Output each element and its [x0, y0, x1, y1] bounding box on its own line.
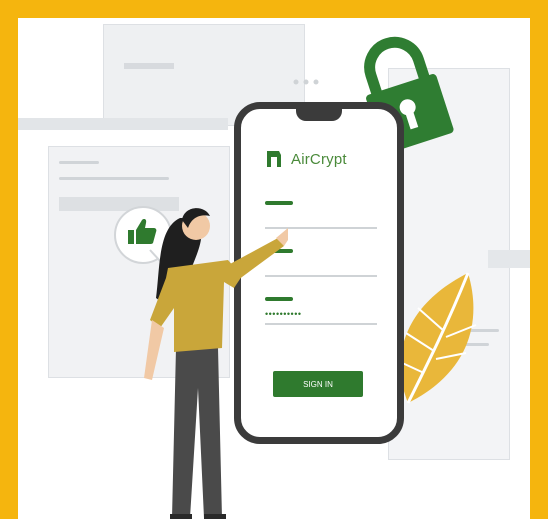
bg-text-line — [59, 177, 169, 180]
woman-figure — [144, 208, 288, 519]
background-window-dots — [292, 72, 332, 85]
brand-logo-icon — [267, 151, 281, 167]
phone-notch — [296, 107, 342, 121]
illustration-frame: AirCrypt •••••••••• SIGN IN — [0, 0, 548, 519]
brand-name: AirCrypt — [291, 150, 347, 168]
brand: AirCrypt — [265, 149, 347, 169]
leaf-icon — [397, 272, 477, 404]
bg-text-line — [59, 161, 99, 164]
background-bar-left — [18, 118, 228, 130]
background-window-titlebar — [124, 63, 174, 69]
window-dots-icon — [293, 79, 319, 85]
